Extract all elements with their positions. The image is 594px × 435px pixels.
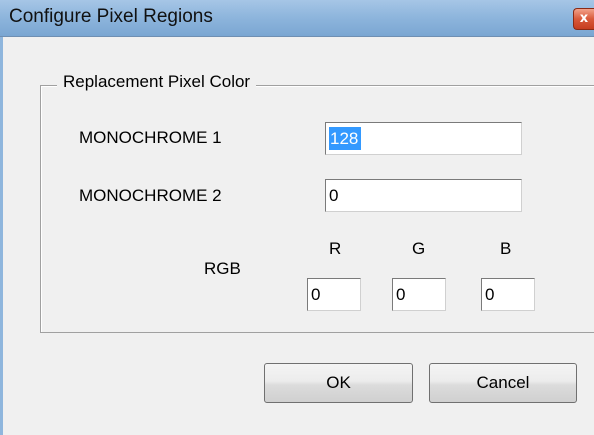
monochrome1-label: MONOCHROME 1 bbox=[79, 128, 222, 147]
monochrome2-label: MONOCHROME 2 bbox=[79, 186, 222, 205]
green-input[interactable]: 0 bbox=[392, 278, 446, 311]
ok-button[interactable]: OK bbox=[264, 363, 413, 403]
monochrome1-value: 128 bbox=[329, 127, 362, 150]
title-bar: Configure Pixel Regions x bbox=[0, 0, 594, 37]
close-button[interactable]: x bbox=[573, 8, 594, 30]
window-title: Configure Pixel Regions bbox=[9, 6, 213, 27]
rgb-label: RGB bbox=[204, 259, 241, 278]
monochrome2-input[interactable]: 0 bbox=[325, 179, 522, 212]
blue-input[interactable]: 0 bbox=[481, 278, 535, 311]
monochrome1-input[interactable]: 128 bbox=[325, 122, 522, 155]
r-label: R bbox=[329, 239, 342, 258]
close-icon: x bbox=[579, 11, 589, 26]
red-input[interactable]: 0 bbox=[307, 278, 361, 311]
group-legend: Replacement Pixel Color bbox=[57, 72, 257, 92]
g-label: G bbox=[412, 239, 426, 258]
b-label: B bbox=[500, 239, 512, 258]
cancel-button[interactable]: Cancel bbox=[429, 363, 577, 403]
